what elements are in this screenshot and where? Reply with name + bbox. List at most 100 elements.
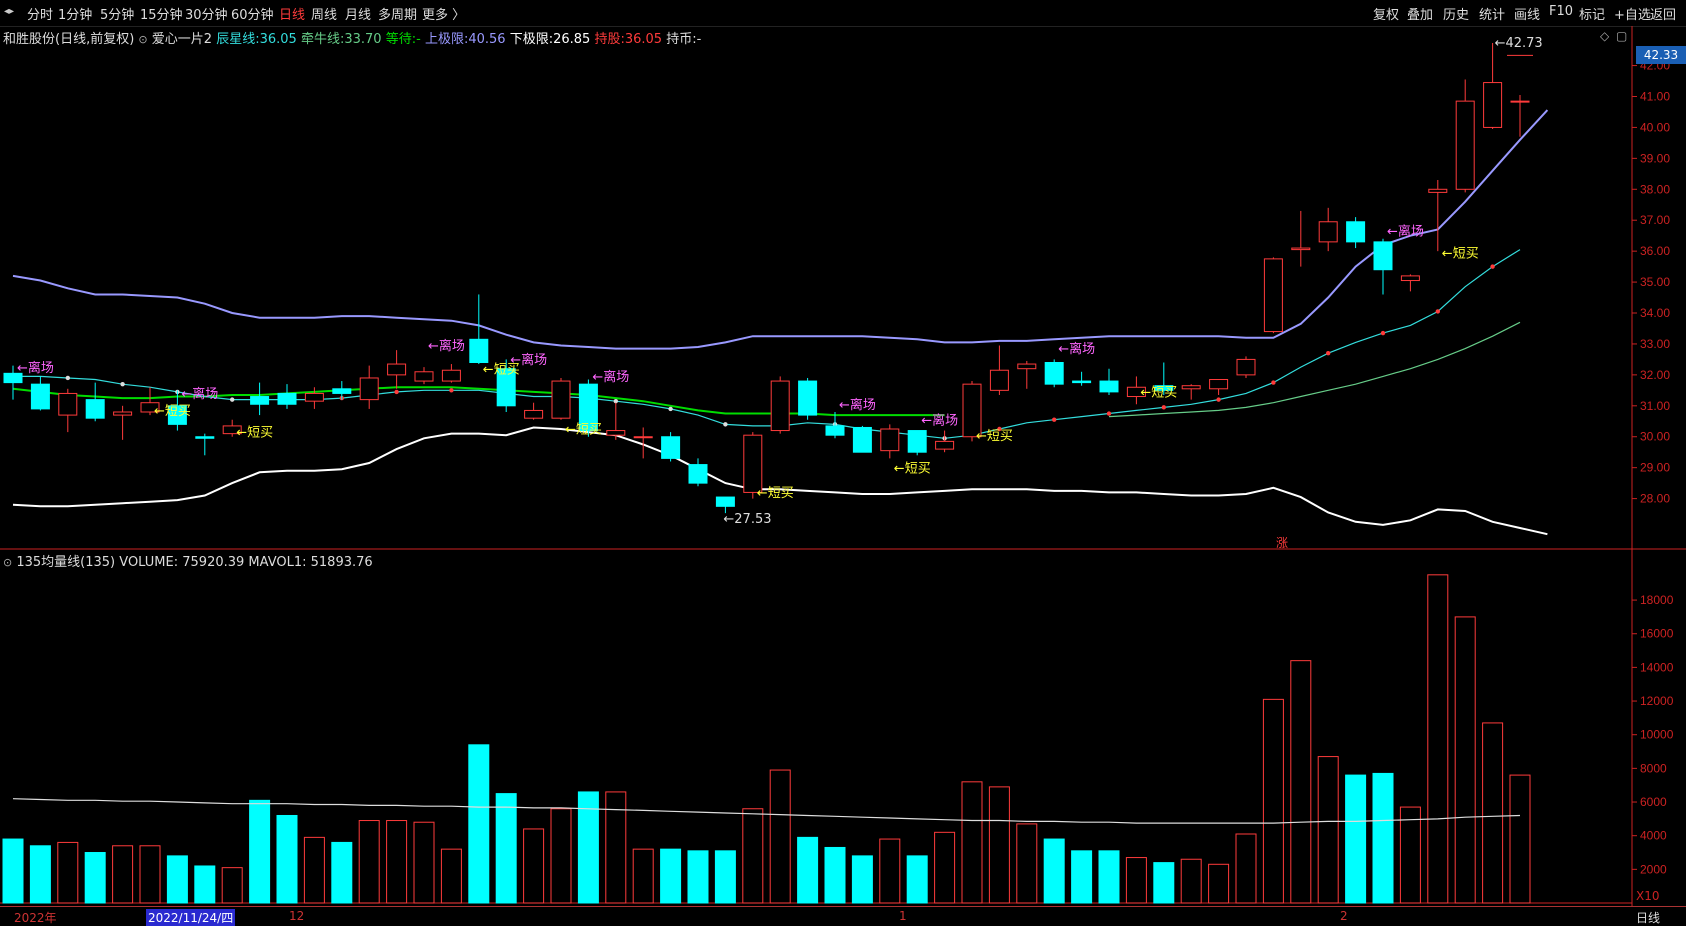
hold-label: 持股:	[594, 32, 625, 47]
exit-signal: ←离场	[17, 360, 54, 376]
volume-bar	[1290, 660, 1312, 904]
collapse-icon[interactable]: ⊙	[138, 33, 147, 46]
mavol-value: 51893.76	[310, 555, 373, 570]
candle-body	[770, 380, 790, 432]
chenxing-dot	[1106, 411, 1112, 416]
short-buy-signal: ←短买	[757, 486, 794, 501]
volume-bar	[1399, 806, 1421, 904]
candle-body	[469, 338, 489, 364]
volume-bar	[824, 846, 846, 904]
volume-bar	[386, 820, 408, 904]
lower-value: 26.85	[553, 32, 591, 47]
volume-bar	[1153, 862, 1175, 904]
volume-bar	[249, 799, 271, 904]
price-tick-label: 38.00	[1640, 182, 1670, 196]
volume-collapse-icon[interactable]: ⊙	[3, 556, 12, 569]
window-icon: ▢	[1616, 29, 1627, 43]
volume-bar	[1208, 863, 1230, 904]
volume-bar	[1427, 574, 1449, 904]
stock-name: 和胜股份(日线,前复权)	[3, 32, 135, 47]
volume-bar	[660, 848, 682, 904]
volume-bar	[988, 786, 1010, 904]
upper-limit-line	[12, 109, 1549, 350]
price-tick-label: 33.00	[1640, 337, 1670, 351]
candle-body	[1400, 275, 1420, 282]
lower-label: 下极限:	[509, 32, 554, 47]
exit-signal: ←离场	[1387, 224, 1424, 240]
candle-body	[332, 388, 352, 394]
candle-body	[606, 430, 626, 436]
exit-signal: ←离场	[510, 352, 547, 368]
candle-body	[633, 436, 653, 439]
volume-bar	[714, 850, 736, 904]
price-tick-label: 31.00	[1640, 399, 1670, 413]
price-tick-label: 30.00	[1640, 430, 1670, 444]
volume-bar	[1509, 774, 1531, 904]
chenxing-dot	[1326, 351, 1331, 356]
volume-bar	[495, 793, 517, 904]
chenxing-dot	[394, 389, 399, 395]
short-buy-signal: ←短买	[976, 429, 1013, 444]
short-buy-signal: ←短买	[1442, 246, 1479, 261]
volume-bar	[1372, 772, 1394, 904]
volume-bar	[194, 865, 216, 904]
candle-body	[1044, 362, 1064, 385]
volume-bar	[276, 814, 298, 904]
upper-label: 上极限:	[424, 32, 469, 47]
volume-tick-label: 4000	[1640, 829, 1667, 843]
candle-body	[195, 436, 215, 439]
candle-body	[441, 369, 461, 382]
volume-bar	[112, 845, 134, 904]
candle-body	[1099, 380, 1119, 393]
candle-body	[907, 430, 927, 453]
exit-signal: ←离场	[921, 412, 958, 428]
volume-bar	[961, 781, 983, 904]
indicator-name[interactable]: 爱心一片2	[152, 32, 212, 47]
chenxing-dot	[1161, 405, 1167, 410]
candle-body	[852, 426, 872, 453]
volume-bar	[632, 848, 654, 904]
chenxing-label: 辰星线:	[216, 32, 260, 47]
candle-body	[304, 392, 324, 402]
exit-signal: ←离场	[181, 386, 218, 402]
candle-body	[414, 371, 434, 382]
volume-bar	[769, 769, 791, 904]
kline-chart[interactable]: 28.00 29.00 30.00 31.00 32.00 33.00 34.00 35.00…	[0, 0, 1686, 924]
chenxing-dot	[230, 397, 235, 402]
date-label-jan: 1	[899, 909, 907, 923]
volume-tick-label: 18000	[1640, 593, 1674, 607]
lower-limit-line	[12, 426, 1548, 536]
volume-bar	[303, 836, 325, 904]
candle-body	[1209, 379, 1229, 390]
candle-body	[880, 428, 900, 452]
chenxing-dot	[1271, 380, 1276, 385]
candle-body	[1483, 82, 1503, 128]
dengdai-value: -	[416, 32, 421, 47]
period-tab[interactable]: 日线	[1636, 909, 1660, 926]
volume-bar	[550, 808, 572, 904]
volume-tick-label: 8000	[1640, 761, 1667, 775]
volume-tick-label: 6000	[1640, 795, 1667, 809]
candle-body	[58, 392, 78, 416]
coin-value: -	[696, 32, 702, 47]
price-tick-label: 28.00	[1640, 492, 1670, 506]
volume-label: VOLUME:	[119, 555, 179, 570]
qianniu-label: 牵牛线:	[300, 32, 345, 47]
volume-bar	[166, 855, 188, 904]
volume-bar	[1125, 857, 1147, 904]
volume-bar	[1235, 833, 1257, 904]
candle-body	[688, 464, 708, 484]
candle-body	[1510, 100, 1530, 103]
candle-body	[524, 409, 544, 419]
volume-indicator-name[interactable]: 135均量线(135)	[16, 555, 115, 570]
volume-bar	[687, 850, 709, 904]
mavol-label: MAVOL1:	[248, 555, 307, 570]
candle-body	[1017, 363, 1037, 370]
date-label-feb: 2	[1340, 909, 1348, 923]
chenxing-dot	[668, 406, 673, 412]
candle-body	[1236, 358, 1256, 376]
candle-body	[1373, 241, 1393, 271]
price-tick-label: 41.00	[1640, 89, 1670, 103]
price-tick-label: 37.00	[1640, 213, 1670, 227]
volume-bar	[1180, 858, 1202, 904]
